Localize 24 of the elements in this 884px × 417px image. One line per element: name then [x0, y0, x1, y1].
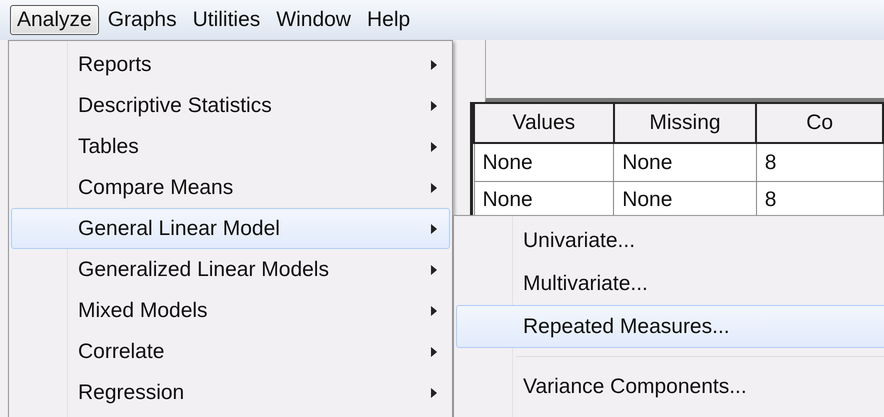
menu-bar-item[interactable]: Analyze: [10, 5, 99, 35]
menu-item[interactable]: Multivariate...: [456, 262, 884, 305]
menu-item[interactable]: Descriptive Statistics: [11, 85, 450, 126]
menu-bar-item[interactable]: Graphs: [100, 5, 184, 35]
menu-item[interactable]: Variance Components...: [456, 365, 884, 408]
menu-item[interactable]: Tables: [11, 126, 450, 167]
column-header: Co: [756, 103, 883, 143]
menu-bar-item[interactable]: Window: [269, 5, 358, 35]
menu-bar-item[interactable]: Help: [360, 5, 418, 35]
column-header: Values: [474, 103, 614, 143]
menu-item[interactable]: General Linear Model: [11, 208, 450, 249]
menu-item[interactable]: Regression: [11, 372, 450, 413]
menu-item[interactable]: Univariate...: [456, 219, 884, 262]
menu-item[interactable]: Correlate: [11, 331, 450, 372]
table-cell: None: [474, 143, 614, 181]
menu-item[interactable]: Compare Means: [11, 167, 450, 208]
column-header: Missing: [614, 103, 756, 143]
menu-item[interactable]: Generalized Linear Models: [11, 249, 450, 290]
table-cell: None: [614, 143, 756, 181]
table-cell: 8: [756, 143, 883, 181]
menu-item[interactable]: Repeated Measures...: [456, 305, 884, 348]
menu-item[interactable]: Reports: [11, 44, 450, 85]
menu-bar-item[interactable]: Utilities: [186, 5, 268, 35]
menu-item[interactable]: Mixed Models: [11, 290, 450, 331]
